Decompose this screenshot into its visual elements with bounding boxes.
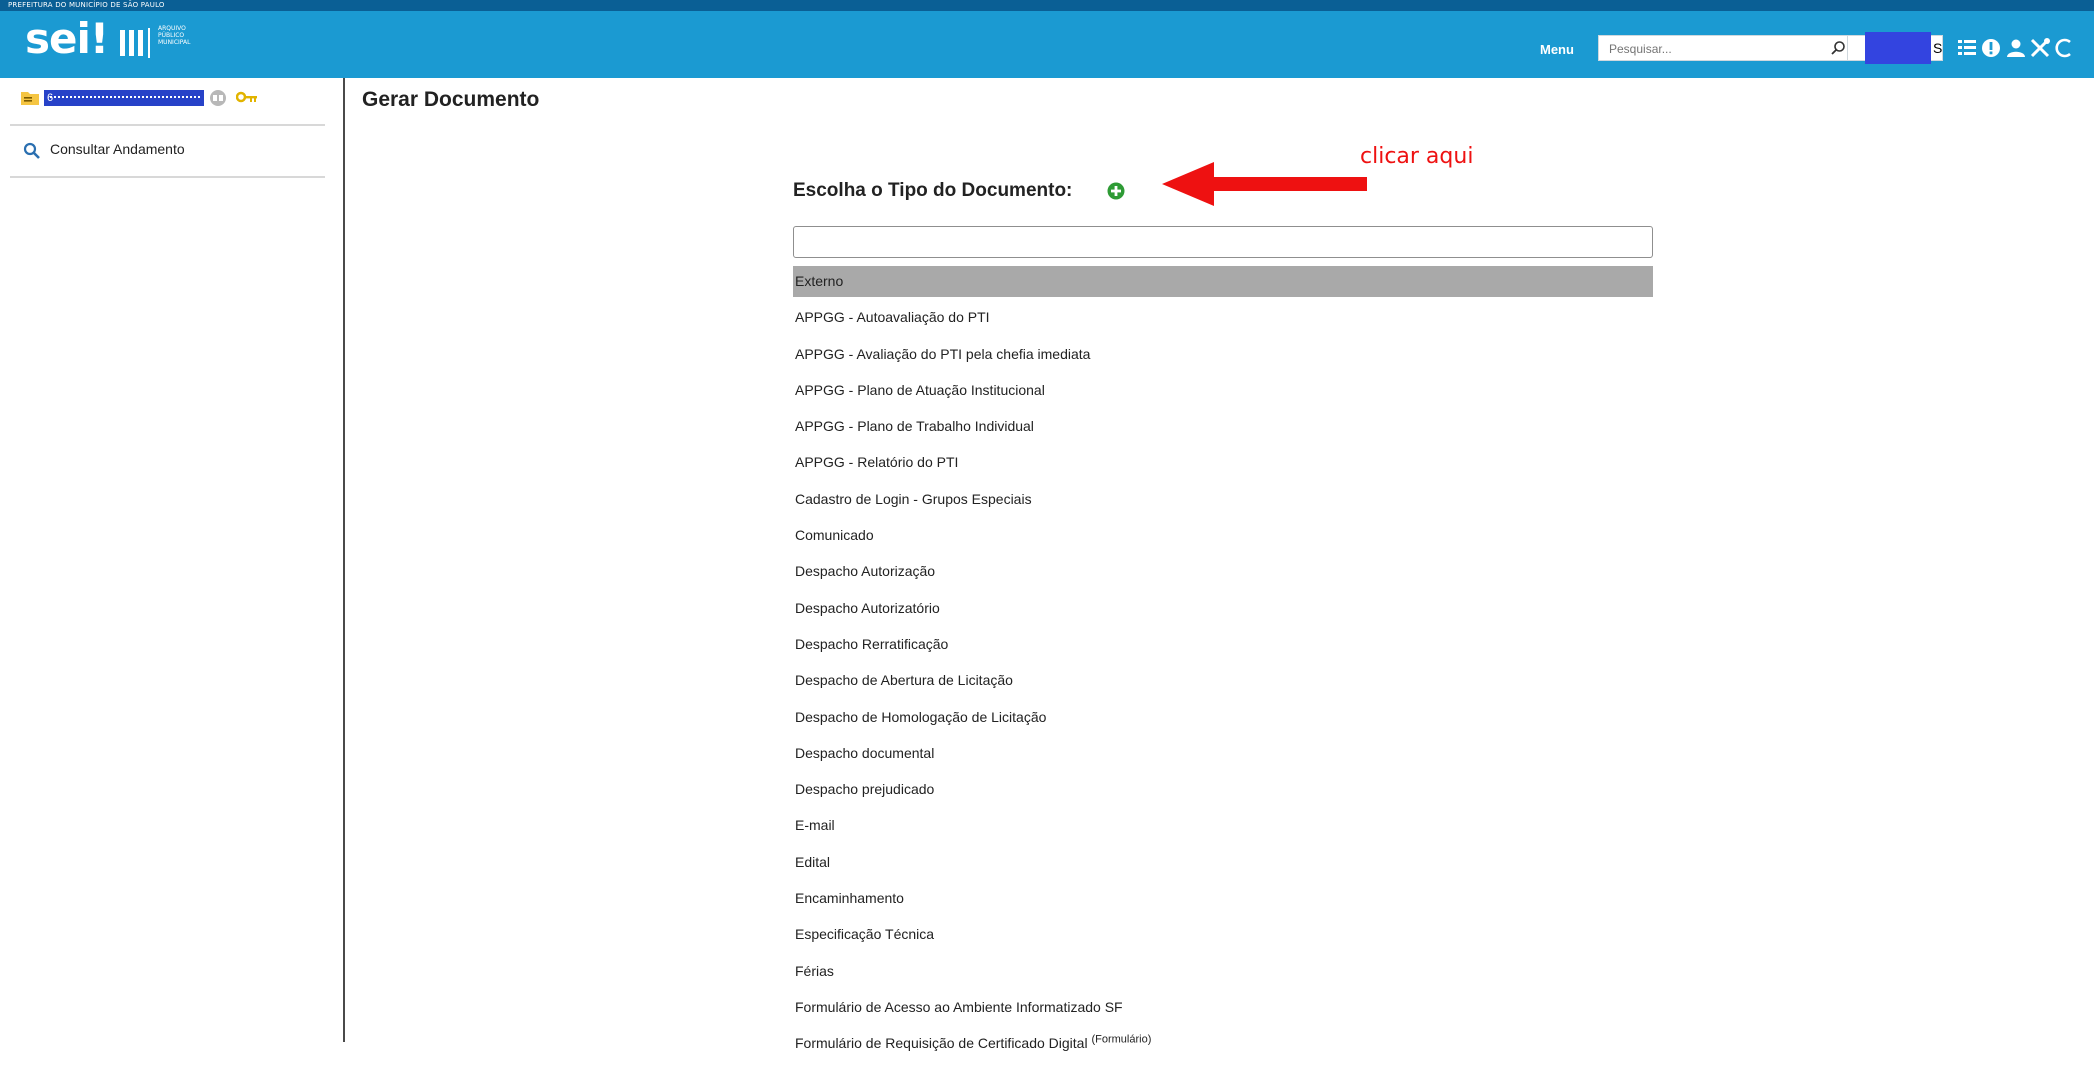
document-type-item[interactable]: Edital <box>793 847 1653 883</box>
document-type-label: Especificação Técnica <box>795 926 935 943</box>
process-info-icon[interactable] <box>208 89 228 107</box>
sidebar-separator <box>10 176 325 178</box>
document-type-label: Comunicado <box>795 527 874 544</box>
document-type-item[interactable]: APPGG - Plano de Atuação Institucional <box>793 375 1653 411</box>
document-type-item[interactable]: Despacho prejudicado <box>793 774 1653 810</box>
process-number-redaction <box>50 96 200 100</box>
logout-icon[interactable] <box>2054 36 2078 60</box>
sidebar-separator <box>10 124 325 126</box>
choose-type-label: Escolha o Tipo do Documento: <box>793 180 1073 201</box>
show-all-types-plus-icon[interactable] <box>1107 182 1125 200</box>
annotation-arrow <box>1162 162 1367 206</box>
document-type-item[interactable]: Externo <box>793 266 1653 297</box>
document-type-label: Despacho Autorizatório <box>795 599 940 616</box>
document-type-item[interactable]: Especificação Técnica <box>793 919 1653 955</box>
document-type-filter[interactable] <box>793 226 1653 258</box>
document-type-item[interactable]: APPGG - Relatório do PTI <box>793 447 1653 483</box>
logo-line-3: MUNICIPAL <box>158 39 191 46</box>
document-type-label: APPGG - Autoavaliação do PTI <box>795 309 990 326</box>
document-type-label: Formulário de Acesso ao Ambiente Informa… <box>795 998 1123 1015</box>
user-icon[interactable] <box>2004 36 2028 60</box>
top-strip: PREFEITURA DO MUNICÍPIO DE SÃO PAULO <box>0 0 2094 11</box>
archive-logo-bars <box>120 28 150 58</box>
folder-icon[interactable] <box>20 90 40 106</box>
search-icon[interactable] <box>23 142 41 160</box>
document-type-label: Externo <box>795 273 844 289</box>
archive-logo-text: ARQUIVO PÚBLICO MUNICIPAL <box>158 25 190 46</box>
document-type-list: Externo APPGG - Autoavaliação do PTI APP… <box>793 266 1653 1065</box>
search-input[interactable] <box>1607 37 1826 61</box>
info-icon[interactable] <box>1979 36 2003 60</box>
unit-redaction <box>1865 32 1931 64</box>
document-type-label: Despacho documental <box>795 744 935 761</box>
form-tag: (Formulário) <box>1091 1033 1152 1046</box>
sidebar <box>0 78 345 1042</box>
document-type-item[interactable]: Formulário de Requisição de Certificado … <box>793 1028 1653 1064</box>
document-type-label: E-mail <box>795 817 835 834</box>
control-panel-icon[interactable] <box>1955 36 1979 60</box>
document-type-item[interactable]: E-mail <box>793 810 1653 846</box>
document-type-item[interactable]: Comunicado <box>793 520 1653 556</box>
document-type-item[interactable]: APPGG - Avaliação do PTI pela chefia ime… <box>793 339 1653 375</box>
annotation-text: clicar aqui <box>1360 144 1474 169</box>
document-type-label: Despacho de Abertura de Licitação <box>795 672 1013 689</box>
document-type-item[interactable]: Despacho documental <box>793 738 1653 774</box>
key-icon[interactable] <box>236 91 258 105</box>
document-type-label: Edital <box>795 853 831 870</box>
document-type-item[interactable]: APPGG - Plano de Trabalho Individual <box>793 411 1653 447</box>
document-type-item[interactable]: Despacho Rerratificação <box>793 629 1653 665</box>
document-type-label: Férias <box>795 962 834 979</box>
consult-progress-link[interactable]: Consultar Andamento <box>50 141 185 157</box>
document-type-label: Despacho Autorização <box>795 563 936 580</box>
document-type-item[interactable]: Encaminhamento <box>793 883 1653 919</box>
document-type-label: Despacho prejudicado <box>795 781 935 798</box>
document-type-item[interactable]: Cadastro de Login - Grupos Especiais <box>793 484 1653 520</box>
unit-suffix: S <box>1933 40 1943 56</box>
document-type-filter-input[interactable] <box>800 228 1644 258</box>
document-type-item[interactable]: Despacho Autorização <box>793 556 1653 592</box>
menu-button[interactable]: Menu <box>1540 42 1574 57</box>
org-name: PREFEITURA DO MUNICÍPIO DE SÃO PAULO <box>8 1 165 9</box>
document-type-item[interactable]: Despacho de Homologação de Licitação <box>793 702 1653 738</box>
document-type-item[interactable]: Despacho de Abertura de Licitação <box>793 665 1653 701</box>
document-type-label: Formulário de Requisição de Certificado … <box>795 1035 1088 1052</box>
document-type-label: Cadastro de Login - Grupos Especiais <box>795 490 1032 507</box>
document-type-label: APPGG - Relatório do PTI <box>795 454 959 471</box>
page-title: Gerar Documento <box>362 88 540 111</box>
search-box[interactable] <box>1598 35 1853 61</box>
logo-line-1: ARQUIVO <box>158 25 186 32</box>
document-type-label: APPGG - Avaliação do PTI pela chefia ime… <box>795 345 1091 362</box>
search-icon[interactable] <box>1830 40 1846 56</box>
document-type-item[interactable]: Férias <box>793 956 1653 992</box>
tools-icon[interactable] <box>2028 36 2052 60</box>
document-type-label: APPGG - Plano de Atuação Institucional <box>795 381 1045 398</box>
document-type-label: Despacho Rerratificação <box>795 635 949 652</box>
sei-logo[interactable]: sei! <box>25 18 109 60</box>
document-type-label: Encaminhamento <box>795 890 904 907</box>
document-type-label: Despacho de Homologação de Licitação <box>795 708 1047 725</box>
document-type-item[interactable]: Despacho Autorizatório <box>793 593 1653 629</box>
document-type-item[interactable]: Formulário de Acesso ao Ambiente Informa… <box>793 992 1653 1028</box>
logo-line-2: PÚBLICO <box>158 32 185 39</box>
document-type-item[interactable]: APPGG - Autoavaliação do PTI <box>793 302 1653 338</box>
document-type-label: APPGG - Plano de Trabalho Individual <box>795 418 1034 435</box>
